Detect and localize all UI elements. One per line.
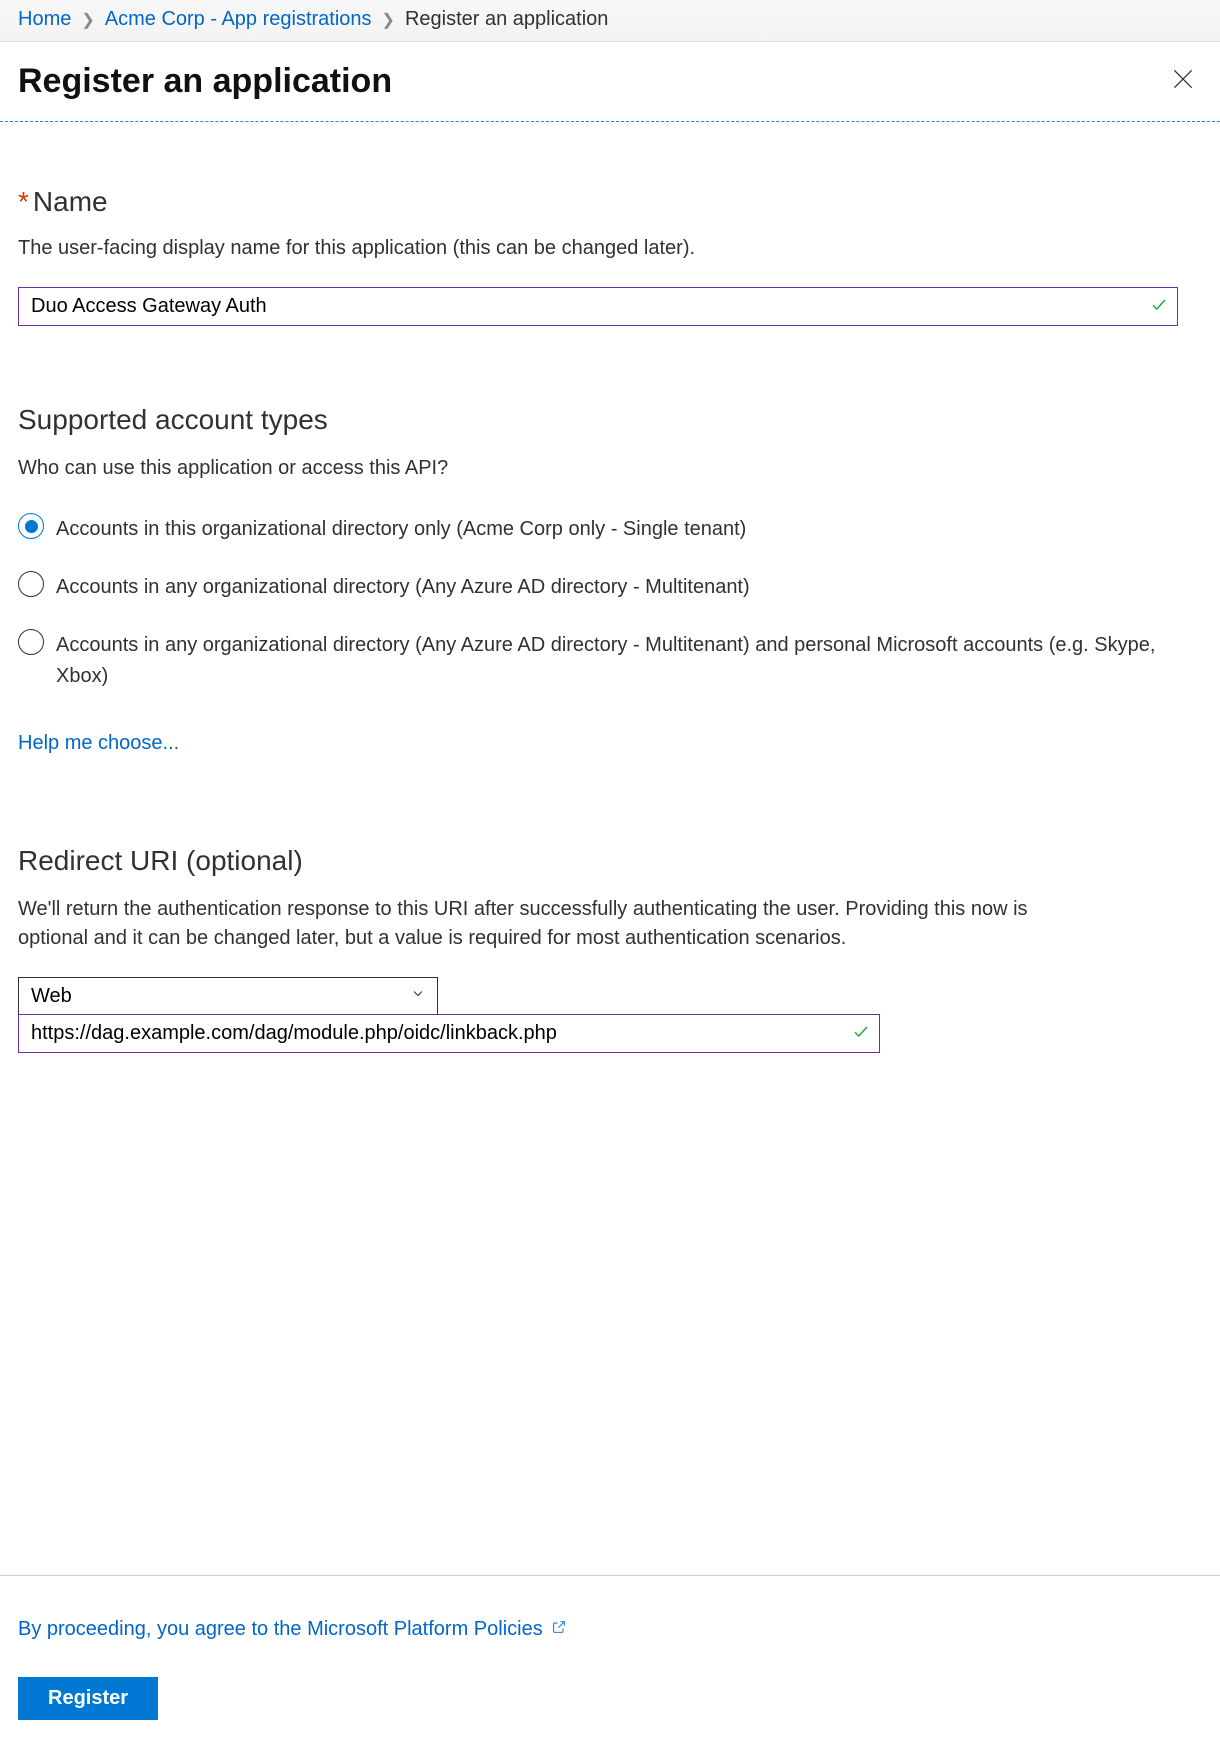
register-button[interactable]: Register [18,1677,158,1720]
help-me-choose-link[interactable]: Help me choose... [18,732,179,755]
required-asterisk: * [18,186,29,217]
redirect-platform-select[interactable]: Web [18,977,438,1015]
footer: By proceeding, you agree to the Microsof… [0,1575,1220,1762]
platform-policies-link[interactable]: By proceeding, you agree to the Microsof… [18,1618,567,1641]
redirect-url-input[interactable] [18,1014,880,1053]
name-description: The user-facing display name for this ap… [18,234,1202,263]
name-label: *Name [18,186,1202,218]
radio-single-tenant[interactable]: Accounts in this organizational director… [18,513,1202,545]
breadcrumb: Home ❯ Acme Corp - App registrations ❯ R… [0,0,1220,42]
radio-indicator [18,513,44,539]
radio-label: Accounts in any organizational directory… [56,571,750,603]
chevron-right-icon: ❯ [81,10,94,30]
redirect-description: We'll return the authentication response… [18,895,1098,953]
page-title: Register an application [18,62,392,101]
radio-label: Accounts in this organizational director… [56,513,746,545]
chevron-right-icon: ❯ [382,10,395,30]
page-header: Register an application [0,42,1220,121]
radio-label: Accounts in any organizational directory… [56,629,1202,692]
radio-indicator [18,629,44,655]
name-input[interactable] [18,287,1178,326]
close-icon [1170,66,1196,92]
account-types-radio-group: Accounts in this organizational director… [18,513,1202,692]
account-types-heading: Supported account types [18,404,1202,436]
close-button[interactable] [1166,62,1200,101]
account-types-description: Who can use this application or access t… [18,454,1202,483]
breadcrumb-current: Register an application [405,8,608,31]
breadcrumb-parent[interactable]: Acme Corp - App registrations [105,8,372,31]
redirect-heading: Redirect URI (optional) [18,845,1202,877]
external-link-icon [551,1618,567,1641]
radio-multitenant-personal[interactable]: Accounts in any organizational directory… [18,629,1202,692]
radio-multitenant[interactable]: Accounts in any organizational directory… [18,571,1202,603]
breadcrumb-home[interactable]: Home [18,8,71,31]
radio-indicator [18,571,44,597]
